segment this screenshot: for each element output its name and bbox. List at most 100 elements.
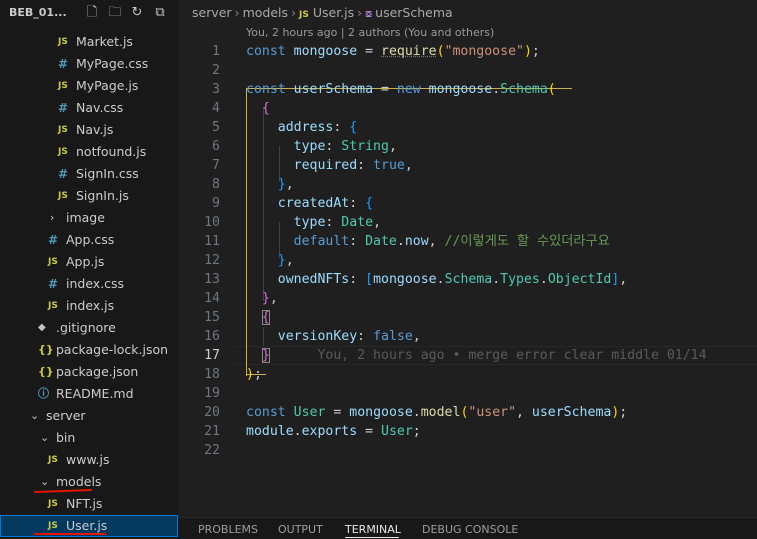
file-tree-label: SignIn.js: [76, 188, 129, 203]
code-line-4[interactable]: 4 {: [178, 99, 757, 118]
file-tree-label: package-lock.json: [56, 342, 169, 357]
code-line-7[interactable]: 7 required: true,: [178, 156, 757, 175]
file-tree-label: package.json: [56, 364, 139, 379]
file-tree-item[interactable]: JS Nav.js: [0, 119, 178, 141]
new-folder-icon[interactable]: 🗀: [106, 4, 124, 22]
chevron-right-icon: ›: [50, 211, 55, 224]
file-tree-label: image: [66, 210, 105, 225]
code-line-11[interactable]: 11 default: Date.now, //이렇게도 할 수있더라구요: [178, 232, 757, 251]
code-line-5[interactable]: 5 address: {: [178, 118, 757, 137]
file-tree-item[interactable]: # App.css: [0, 229, 178, 251]
workspace-title[interactable]: BEB_01...: [9, 6, 67, 19]
file-tree-item[interactable]: JS Market.js: [0, 31, 178, 53]
file-tree-item[interactable]: JS www.js: [0, 449, 178, 471]
file-tree-item[interactable]: # MyPage.css: [0, 53, 178, 75]
file-tree-label: App.css: [66, 232, 115, 247]
refresh-icon[interactable]: ↻: [128, 4, 146, 22]
file-tree-item[interactable]: ◆ .gitignore: [0, 317, 178, 339]
tab-terminal[interactable]: TERMINAL: [345, 523, 401, 536]
file-tree-label: www.js: [66, 452, 110, 467]
css-file-icon: #: [58, 167, 69, 181]
code-line-19[interactable]: 19: [178, 384, 757, 403]
code-line-2[interactable]: 2: [178, 61, 757, 80]
file-tree-label: README.md: [56, 386, 134, 401]
file-tree-item[interactable]: JS App.js: [0, 251, 178, 273]
file-tree-label: App.js: [66, 254, 105, 269]
file-tree-label: server: [46, 408, 86, 423]
code-line-3[interactable]: 3 const userSchema = new mongoose.Schema(: [178, 80, 757, 99]
breadcrumb-server[interactable]: server: [192, 5, 232, 20]
info-file-icon: ⓘ: [38, 387, 49, 400]
file-tree-item[interactable]: › image: [0, 207, 178, 229]
tab-output[interactable]: OUTPUT: [278, 523, 323, 536]
js-file-icon: JS: [48, 301, 58, 311]
code-line-6[interactable]: 6 type: String,: [178, 137, 757, 156]
chevron-down-icon: ⌄: [30, 409, 40, 422]
file-tree-label: index.css: [66, 276, 125, 291]
file-tree-item[interactable]: ⓘ README.md: [0, 383, 178, 405]
file-tree-item[interactable]: JS NFT.js: [0, 493, 178, 515]
file-tree-item[interactable]: JS index.js: [0, 295, 178, 317]
code-line-13[interactable]: 13 ownedNFTs: [mongoose.Schema.Types.Obj…: [178, 270, 757, 289]
js-file-icon: JS: [58, 81, 68, 91]
file-tree-item[interactable]: # Nav.css: [0, 97, 178, 119]
code-line-18[interactable]: 18);: [178, 365, 757, 384]
file-tree-label: index.js: [66, 298, 115, 313]
code-line-14[interactable]: 14 },: [178, 289, 757, 308]
js-file-icon: JS: [48, 499, 58, 509]
explorer-header: BEB_01... 🗋 🗀 ↻ ⧉: [0, 0, 178, 27]
code-line-9[interactable]: 9 createdAt: {: [178, 194, 757, 213]
file-tree-item[interactable]: ⌄ bin: [0, 427, 178, 449]
css-file-icon: #: [58, 101, 69, 115]
file-tree-item[interactable]: JS notfound.js: [0, 141, 178, 163]
code-line-8[interactable]: 8 },: [178, 175, 757, 194]
file-tree: JS Market.js # MyPage.css JS MyPage.js # Nav.cs…: [0, 31, 178, 537]
file-tree-label: SignIn.css: [76, 166, 139, 181]
chevron-right-icon: ›: [357, 5, 363, 20]
file-tree-item[interactable]: {} package-lock.json: [0, 339, 178, 361]
file-tree-label: bin: [56, 430, 76, 445]
tab-debug-console[interactable]: DEBUG CONSOLE: [422, 523, 518, 536]
code-line-21[interactable]: 21 module.exports = User;: [178, 422, 757, 441]
json-file-icon: {}: [38, 365, 54, 378]
code-line-15[interactable]: 15 {: [178, 308, 757, 327]
js-file-icon: JS: [58, 191, 68, 201]
breadcrumb-file[interactable]: User.js: [313, 5, 354, 20]
file-tree-label: Nav.js: [76, 122, 114, 137]
file-tree-label: .gitignore: [56, 320, 116, 335]
file-tree-label: MyPage.js: [76, 78, 139, 93]
chevron-right-icon: ›: [291, 5, 297, 20]
chevron-down-icon: ⌄: [40, 431, 50, 444]
file-tree-label: NFT.js: [66, 496, 103, 511]
new-file-icon[interactable]: 🗋: [83, 4, 101, 22]
file-tree-item[interactable]: {} package.json: [0, 361, 178, 383]
js-file-icon: JS: [299, 10, 309, 20]
annotation-underline-user: [34, 533, 106, 535]
code-line-20[interactable]: 20 const User = mongoose.model("user", us…: [178, 403, 757, 422]
code-line-12[interactable]: 12 },: [178, 251, 757, 270]
breadcrumb-models[interactable]: models: [243, 5, 288, 20]
file-tree-item[interactable]: # index.css: [0, 273, 178, 295]
file-tree-item[interactable]: ⌄ server: [0, 405, 178, 427]
breadcrumb: server › models › JS User.js › ⧇ userSchema: [192, 5, 453, 21]
file-tree-item[interactable]: # SignIn.css: [0, 163, 178, 185]
explorer-sidebar: BEB_01... 🗋 🗀 ↻ ⧉ JS Market.js # MyPage.css…: [0, 0, 178, 538]
code-line-16[interactable]: 16 versionKey: false,: [178, 327, 757, 346]
codelens-blame[interactable]: You, 2 hours ago | 2 authors (You and ot…: [246, 26, 494, 39]
file-tree-item[interactable]: JS MyPage.js: [0, 75, 178, 97]
code-line-17[interactable]: 17 } You, 2 hours ago • merge error clea…: [178, 346, 757, 365]
inline-blame: You, 2 hours ago • merge error clear mid…: [317, 348, 707, 363]
code-line-10[interactable]: 10 type: Date,: [178, 213, 757, 232]
file-tree-label: Nav.css: [76, 100, 124, 115]
css-file-icon: #: [58, 57, 69, 71]
code-line-22[interactable]: 22: [178, 441, 757, 460]
code-area[interactable]: 1 const mongoose = require("mongoose"); 2…: [178, 42, 757, 460]
breadcrumb-symbol[interactable]: userSchema: [375, 5, 453, 20]
tab-problems[interactable]: PROBLEMS: [198, 523, 258, 536]
chevron-right-icon: ›: [234, 5, 240, 20]
css-file-icon: #: [48, 233, 59, 247]
file-tree-item[interactable]: JS SignIn.js: [0, 185, 178, 207]
code-line-1[interactable]: 1 const mongoose = require("mongoose");: [178, 42, 757, 61]
js-file-icon: JS: [58, 125, 68, 135]
collapse-all-icon[interactable]: ⧉: [151, 4, 169, 22]
